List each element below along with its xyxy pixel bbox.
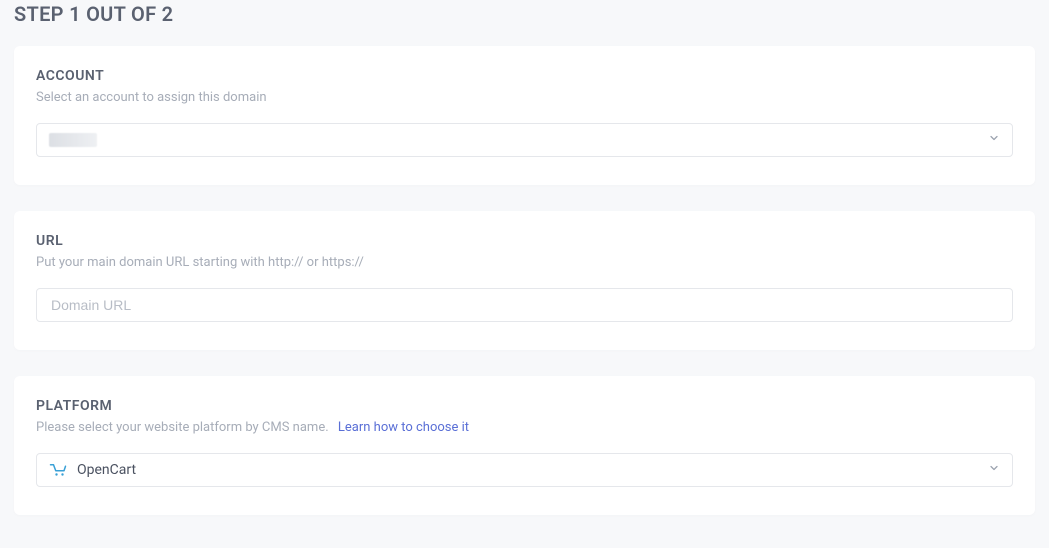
domain-url-input[interactable] bbox=[36, 288, 1013, 322]
chevron-down-icon bbox=[988, 462, 1000, 478]
account-select[interactable] bbox=[36, 123, 1013, 157]
url-subtitle: Put your main domain URL starting with h… bbox=[36, 255, 1013, 270]
chevron-down-icon bbox=[988, 132, 1000, 148]
platform-subtitle: Please select your website platform by C… bbox=[36, 420, 1013, 435]
account-card: ACCOUNT Select an account to assign this… bbox=[14, 46, 1035, 185]
platform-card: PLATFORM Please select your website plat… bbox=[14, 376, 1035, 515]
url-card: URL Put your main domain URL starting wi… bbox=[14, 211, 1035, 350]
platform-selected-value: OpenCart bbox=[77, 462, 136, 478]
account-subtitle: Select an account to assign this domain bbox=[36, 90, 1013, 105]
url-title: URL bbox=[36, 233, 1013, 249]
account-title: ACCOUNT bbox=[36, 68, 1013, 84]
cart-icon bbox=[49, 463, 67, 477]
learn-how-link[interactable]: Learn how to choose it bbox=[338, 420, 469, 435]
platform-subtitle-text: Please select your website platform by C… bbox=[36, 420, 329, 435]
platform-title: PLATFORM bbox=[36, 398, 1013, 414]
page-title: STEP 1 OUT OF 2 bbox=[14, 2, 1035, 26]
platform-select[interactable]: OpenCart bbox=[36, 453, 1013, 487]
account-selected-value bbox=[49, 133, 97, 147]
